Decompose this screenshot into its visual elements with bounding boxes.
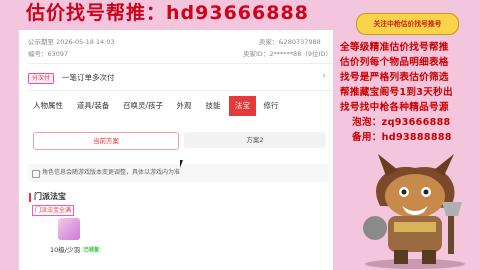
tab-cultivation[interactable]: 修行 [259, 96, 283, 116]
divider [28, 63, 333, 64]
equipped-tag: 已装备 [82, 246, 102, 253]
promo-headline: 估价找号帮推：hd93666888 [26, 2, 309, 24]
cat-warrior-mascot-icon [363, 154, 465, 269]
installment-text: 一笔订单多次付 [62, 73, 115, 82]
divider [28, 90, 333, 91]
section-title: 门派法宝 [34, 192, 66, 201]
tab-appearance[interactable]: 外观 [172, 96, 196, 116]
ad-contact-line: 备用：hd93888888 [352, 132, 452, 143]
tab-treasure[interactable]: 法宝 [229, 96, 256, 116]
ad-line: 全等级精准估价找号帮推 [340, 42, 449, 53]
mouse-cursor-icon [180, 160, 186, 168]
notice-text: 角色信息会随游戏版本变更调整，具体以游戏内为准 [42, 169, 181, 176]
ad-line: 找号找中枪各种精品号源 [340, 102, 449, 113]
treasure-item-label: 10级/少羽 [50, 246, 80, 254]
ad-line: 帮推藏宝阁号1到3天秒出 [340, 87, 453, 98]
treasure-item-image[interactable] [58, 218, 80, 240]
info-icon [32, 170, 40, 178]
tab-skills[interactable]: 技能 [201, 96, 225, 116]
section-marker [29, 193, 31, 202]
chevron-right-icon: › [322, 71, 326, 81]
listing-id: 编号：63097 [28, 50, 69, 58]
ad-contact-line: 泡泡：zq93666888 [352, 117, 451, 128]
seller-name: 卖家：&280737988 [259, 38, 321, 46]
ad-line: 估价列每个物品明细表格 [340, 57, 449, 68]
publish-date: 公示期至 2026-05-18 14:03 [28, 38, 115, 46]
scheme-2-button[interactable]: 方案2 [184, 132, 326, 148]
installment-row[interactable]: 分次付 一笔订单多次付 › [28, 71, 328, 85]
info-notice: 角色信息会随游戏版本变更调整，具体以游戏内为准 [28, 164, 328, 182]
scheme-current-button[interactable]: 当前方案 [33, 132, 179, 150]
section-badge: 门派法宝全满 [32, 205, 75, 216]
seller-id: 卖家ID：2******88（9位ID） [243, 50, 332, 58]
ad-line: 找号是严格列表估价筛选 [340, 72, 449, 83]
follow-button[interactable]: 关注中枪估价找号推号 [356, 13, 459, 35]
tab-summons[interactable]: 召唤灵/孩子 [118, 96, 168, 116]
tab-attributes[interactable]: 人物属性 [28, 96, 68, 116]
tab-equipment[interactable]: 道具/装备 [72, 96, 114, 116]
installment-badge: 分次付 [28, 73, 55, 84]
